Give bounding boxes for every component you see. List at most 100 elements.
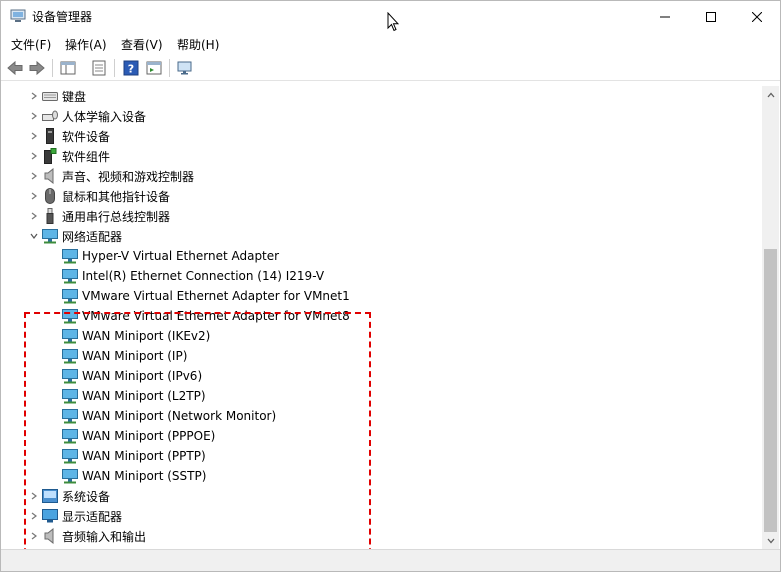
network-adapter-label: Intel(R) Ethernet Connection (14) I219-V (82, 269, 325, 283)
network-adapter-item[interactable]: Intel(R) Ethernet Connection (14) I219-V (62, 266, 324, 286)
mouse-icon (42, 188, 58, 204)
maximize-button[interactable] (688, 1, 734, 32)
tree-item-network-adapters[interactable]: 网络适配器 (26, 226, 122, 246)
network-adapter-item[interactable]: WAN Miniport (SSTP) (62, 466, 206, 486)
network-adapter-icon (62, 408, 78, 424)
tree-item-label: 键盘 (62, 89, 87, 104)
chevron-right-icon[interactable] (26, 166, 42, 186)
network-adapter-label: VMware Virtual Ethernet Adapter for VMne… (82, 309, 350, 323)
menu-file[interactable]: 文件(F) (11, 36, 51, 53)
network-adapter-label: WAN Miniport (Network Monitor) (82, 409, 277, 423)
mouse-cursor-icon (387, 11, 400, 35)
forward-arrow-icon (29, 60, 45, 76)
network-adapter-icon (62, 308, 78, 324)
tree-item-display-adapters[interactable]: 显示适配器 (26, 506, 122, 526)
toolbar-separator (52, 59, 53, 77)
tree-item-usb[interactable]: 通用串行总线控制器 (26, 206, 170, 226)
network-adapter-label: Hyper-V Virtual Ethernet Adapter (82, 249, 280, 263)
tree-item-label: 系统设备 (62, 489, 111, 504)
scan-hardware-button[interactable] (176, 59, 194, 77)
device-tree: 键盘 人体学输入设备 软件设备 软件组件 声音、视频和游戏控制器 鼠标和其他指针… (1, 86, 761, 549)
network-adapter-item[interactable]: WAN Miniport (Network Monitor) (62, 406, 276, 426)
vertical-scrollbar[interactable] (762, 86, 779, 549)
tree-item-mice[interactable]: 鼠标和其他指针设备 (26, 186, 170, 206)
toolbar: ? (1, 56, 780, 81)
menu-bar: 文件(F) 操作(A) 查看(V) 帮助(H) (1, 33, 780, 55)
properties-icon (92, 60, 106, 76)
network-adapter-label: WAN Miniport (L2TP) (82, 389, 206, 403)
menu-view[interactable]: 查看(V) (121, 36, 163, 53)
network-adapter-item[interactable]: WAN Miniport (IKEv2) (62, 326, 210, 346)
menu-help[interactable]: 帮助(H) (177, 36, 219, 53)
action-pane-button[interactable] (145, 59, 163, 77)
help-button[interactable]: ? (122, 59, 140, 77)
network-adapter-icon (62, 328, 78, 344)
network-adapter-item[interactable]: WAN Miniport (PPPOE) (62, 426, 215, 446)
chevron-right-icon[interactable] (26, 106, 42, 126)
tree-item-label: 人体学输入设备 (62, 109, 147, 124)
network-adapter-item[interactable]: WAN Miniport (L2TP) (62, 386, 206, 406)
tree-item-label: 软件组件 (62, 149, 111, 164)
system-devices-icon (42, 488, 58, 504)
tree-item-audio-io[interactable]: 音频输入和输出 (26, 526, 146, 546)
network-adapter-item[interactable]: Hyper-V Virtual Ethernet Adapter (62, 246, 279, 266)
back-arrow-icon (7, 60, 23, 76)
scroll-down-button[interactable] (762, 532, 779, 549)
tree-item-sound[interactable]: 声音、视频和游戏控制器 (26, 166, 194, 186)
minimize-button[interactable] (642, 1, 688, 32)
menu-action[interactable]: 操作(A) (65, 36, 107, 53)
network-adapter-item[interactable]: WAN Miniport (IP) (62, 346, 187, 366)
close-button[interactable] (734, 1, 780, 32)
chevron-right-icon[interactable] (26, 86, 42, 106)
chevron-right-icon[interactable] (26, 186, 42, 206)
software-component-icon (42, 148, 58, 164)
network-adapter-item[interactable]: VMware Virtual Ethernet Adapter for VMne… (62, 306, 350, 326)
properties-button[interactable] (90, 59, 108, 77)
chevron-right-icon[interactable] (26, 486, 42, 506)
svg-text:?: ? (128, 63, 134, 76)
network-adapter-label: WAN Miniport (SSTP) (82, 469, 207, 483)
tree-item-label: 声音、视频和游戏控制器 (62, 169, 195, 184)
chevron-up-icon (767, 92, 774, 97)
chevron-down-icon[interactable] (26, 226, 42, 246)
chevron-down-icon (767, 538, 774, 543)
tree-item-software-devices[interactable]: 软件设备 (26, 126, 110, 146)
chevron-right-icon[interactable] (26, 206, 42, 226)
tree-item-keyboard[interactable]: 键盘 (26, 86, 86, 106)
show-hide-console-tree-button[interactable] (59, 59, 77, 77)
network-adapter-label: WAN Miniport (IPv6) (82, 369, 203, 383)
network-adapter-item[interactable]: VMware Virtual Ethernet Adapter for VMne… (62, 286, 350, 306)
chevron-right-icon[interactable] (26, 526, 42, 546)
scroll-up-button[interactable] (762, 86, 779, 103)
keyboard-icon (42, 88, 58, 104)
console-tree-icon (60, 61, 76, 75)
toolbar-separator (114, 59, 115, 77)
tree-item-label: 音频输入和输出 (62, 529, 147, 544)
network-adapter-item[interactable]: WAN Miniport (IPv6) (62, 366, 202, 386)
speaker-icon (42, 168, 58, 184)
help-icon: ? (123, 60, 139, 76)
chevron-right-icon[interactable] (26, 146, 42, 166)
chevron-right-icon[interactable] (26, 126, 42, 146)
toolbar-separator (169, 59, 170, 77)
software-device-icon (42, 128, 58, 144)
tree-item-label: 鼠标和其他指针设备 (62, 189, 171, 204)
back-button[interactable] (6, 59, 24, 77)
network-adapter-icon (62, 248, 78, 264)
network-adapter-icon (62, 348, 78, 364)
network-adapter-icon (62, 268, 78, 284)
device-manager-window: 设备管理器 文件(F) 操作(A) 查看(V) 帮助(H) ? 键盘 人体学输入… (0, 0, 781, 572)
network-adapter-label: WAN Miniport (IP) (82, 349, 188, 363)
network-adapter-icon (62, 468, 78, 484)
display-adapter-icon (42, 508, 58, 524)
tree-item-system-devices[interactable]: 系统设备 (26, 486, 110, 506)
forward-button[interactable] (28, 59, 46, 77)
chevron-right-icon[interactable] (26, 506, 42, 526)
network-adapter-item[interactable]: WAN Miniport (PPTP) (62, 446, 206, 466)
usb-icon (42, 208, 58, 224)
hid-icon (42, 108, 58, 124)
tree-item-software-components[interactable]: 软件组件 (26, 146, 110, 166)
tree-item-hid[interactable]: 人体学输入设备 (26, 106, 146, 126)
network-adapter-icon (62, 368, 78, 384)
scroll-thumb[interactable] (764, 249, 777, 532)
